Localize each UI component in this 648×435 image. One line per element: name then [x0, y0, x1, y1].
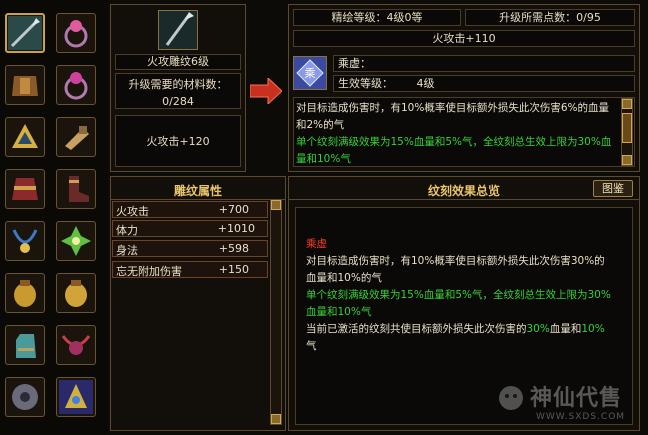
scroll-up-arrow[interactable]	[622, 99, 632, 109]
overview-line-1: 对目标造成伤害时，有10%概率使目标额外损失此次伤害30%的血量和10%的气	[306, 255, 605, 284]
attr-row: 忘无附加伤害 +150	[112, 261, 268, 278]
equip-slot-pouch-1[interactable]	[5, 273, 45, 313]
robe-icon	[12, 178, 38, 200]
upgrade-points: 升级所需点数：0/95	[465, 9, 635, 26]
equip-slot-pouch-2[interactable]	[56, 273, 96, 313]
attr-value: +1010	[217, 222, 255, 235]
spear-icon	[165, 12, 194, 46]
necklace-icon	[12, 229, 38, 253]
skill-icon-slot[interactable]: 乘	[293, 56, 327, 90]
skill-name-box: 乘虚：	[333, 55, 635, 72]
item-effect-box: 火攻击+120	[115, 115, 241, 167]
disc-icon	[12, 384, 38, 410]
overview-effect-name: 乘虚	[306, 238, 327, 250]
skill-level-value: 4级	[416, 77, 435, 90]
skill-name: 乘虚：	[338, 57, 371, 70]
scroll-up-arrow[interactable]	[271, 200, 281, 210]
svg-text:乘: 乘	[305, 67, 316, 80]
armor-icon	[12, 76, 38, 96]
ring-icon	[64, 20, 88, 48]
watermark-brand: 神仙代售	[530, 385, 623, 411]
arrow-right-icon	[250, 78, 282, 104]
equip-slot-weapon[interactable]	[5, 13, 45, 53]
skill-rune-icon: 乘	[296, 59, 324, 87]
attr-name: 体力	[116, 224, 138, 237]
overview-line-3-b: 30%	[526, 323, 550, 335]
refine-info-panel: 精绘等级：4级0等 升级所需点数：0/95 火攻击+110 乘 乘虚： 生效等级…	[288, 4, 640, 172]
attr-value: +700	[218, 203, 249, 216]
item-icon-slot[interactable]	[158, 10, 198, 50]
skill-description-box: 对目标造成伤害时，有10%概率使目标额外损失此次伤害6%的血量和2%的气 单个纹…	[293, 97, 635, 167]
ornament-icon	[59, 380, 93, 414]
skill-level-box: 生效等级： 4级	[333, 75, 635, 92]
attributes-scrollbar[interactable]	[270, 199, 282, 425]
skill-desc-scrollbar[interactable]	[621, 98, 633, 166]
equip-slot-jade[interactable]	[56, 221, 96, 261]
item-name: 火攻雕纹6级	[115, 54, 241, 70]
ring-icon	[64, 72, 88, 100]
attr-value: +150	[218, 263, 249, 276]
overview-line-3-d: 10%	[581, 323, 605, 335]
overview-line-3-e: 气	[306, 340, 317, 352]
pouch-icon	[65, 280, 87, 307]
attr-row: 身法 +598	[112, 240, 268, 257]
overview-line-3-a: 当前已激活的纹刻共使目标额外损失此次伤害的	[306, 323, 527, 335]
overview-title: 纹刻效果总览	[427, 184, 500, 198]
overview-line-3: 当前已激活的纹刻共使目标额外损失此次伤害的30%血量和10% 气	[306, 321, 612, 355]
equip-slot-robe[interactable]	[5, 169, 45, 209]
materials-box: 升级需要的材料数： 0/284	[115, 73, 241, 109]
refine-level: 精绘等级：4级0等	[293, 9, 461, 26]
equip-slot-armor[interactable]	[5, 65, 45, 105]
equip-slot-ring-1[interactable]	[56, 13, 96, 53]
scroll-down-arrow[interactable]	[271, 414, 281, 424]
item-effect: 火攻击+120	[146, 135, 210, 148]
attr-row: 火攻击 +700	[112, 201, 268, 218]
attr-row: 体力 +1010	[112, 220, 268, 237]
fire-attack-bonus: 火攻击+110	[293, 30, 635, 47]
skill-level-label: 生效等级：	[338, 77, 393, 90]
mascot-icon	[499, 386, 523, 410]
overview-line-3-c: 血量和	[549, 323, 582, 335]
attr-name: 忘无附加伤害	[116, 265, 182, 278]
overview-divider	[289, 199, 639, 200]
triangle-amulet-icon	[12, 124, 38, 148]
equip-slot-necklace[interactable]	[5, 221, 45, 261]
watermark: 神仙代售 WWW.SXDS.COM	[496, 378, 644, 434]
equipment-grid	[0, 0, 108, 435]
boots-icon	[69, 176, 89, 202]
pendant-icon	[61, 335, 91, 355]
equip-slot-gauntlet[interactable]	[5, 325, 45, 365]
equip-slot-bracer[interactable]	[56, 117, 96, 157]
upgrade-item-panel: 火攻雕纹6级 升级需要的材料数： 0/284 火攻击+120	[110, 4, 246, 172]
skill-desc-green: 单个纹刻满级效果为15%血量和5%气，全纹刻总生效上限为30%血量和10%气	[296, 136, 612, 165]
attributes-divider	[111, 199, 285, 200]
scroll-down-arrow[interactable]	[622, 155, 632, 165]
equip-slot-amulet[interactable]	[5, 117, 45, 157]
jade-icon	[61, 226, 91, 256]
materials-label: 升级需要的材料数：	[128, 78, 228, 91]
bracer-icon	[65, 126, 89, 150]
equip-slot-disc[interactable]	[5, 377, 45, 417]
attr-name: 火攻击	[116, 205, 149, 218]
equip-slot-ornament[interactable]	[56, 377, 96, 417]
gauntlet-icon	[16, 334, 36, 358]
pouch-icon	[14, 280, 36, 307]
overview-line-2: 单个纹刻满级效果为15%血量和5%气，全纹刻总生效上限为30%血量和10%气	[306, 289, 611, 318]
scroll-thumb[interactable]	[622, 113, 632, 143]
skill-desc-text: 对目标造成伤害时，有10%概率使目标额外损失此次伤害6%的血量和2%的气	[296, 102, 609, 131]
materials-value: 0/284	[162, 95, 194, 108]
codex-button[interactable]: 图鉴	[593, 180, 633, 197]
attr-value: +598	[218, 242, 249, 255]
spear-icon	[8, 16, 42, 50]
equip-slot-ring-2[interactable]	[56, 65, 96, 105]
attributes-title: 雕纹属性	[173, 184, 222, 198]
equip-slot-boots[interactable]	[56, 169, 96, 209]
attr-name: 身法	[116, 244, 138, 257]
equip-slot-pendant[interactable]	[56, 325, 96, 365]
watermark-url: WWW.SXDS.COM	[536, 412, 626, 422]
